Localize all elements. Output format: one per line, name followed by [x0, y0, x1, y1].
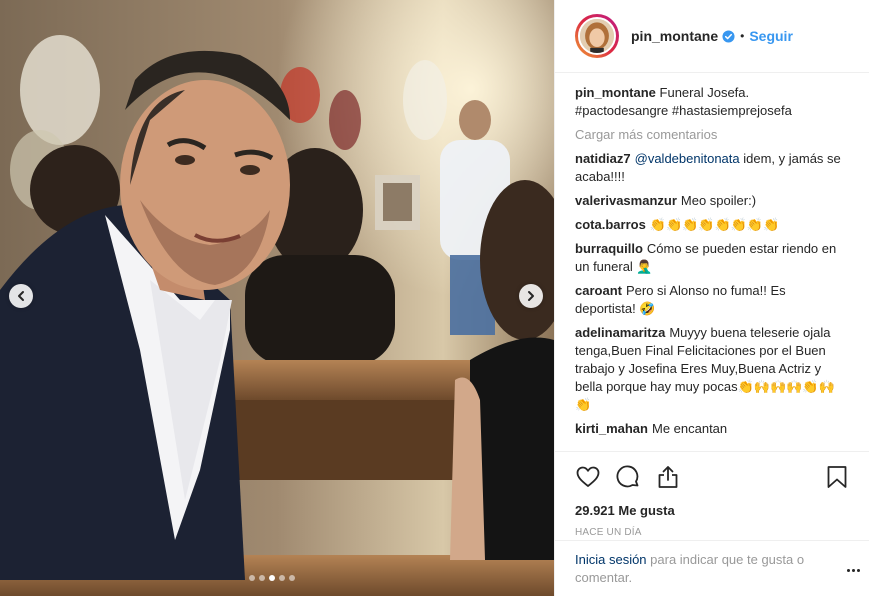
comment-button[interactable] [615, 464, 641, 490]
carousel-dot [279, 575, 285, 581]
post-image [0, 0, 554, 596]
comments-list: pin_montane Funeral Josefa. #pactodesang… [575, 84, 845, 444]
follow-button[interactable]: Seguir [749, 28, 793, 44]
action-icons-row [575, 462, 850, 492]
login-link[interactable]: Inicia sesión [575, 552, 647, 567]
carousel-dot [249, 575, 255, 581]
like-button[interactable] [575, 464, 601, 490]
comment-username[interactable]: kirti_mahan [575, 421, 648, 436]
save-button[interactable] [824, 464, 850, 490]
post-author-username[interactable]: pin_montane [631, 28, 718, 44]
load-more-comments-button[interactable]: Cargar más comentarios [575, 126, 845, 144]
share-button[interactable] [655, 464, 681, 490]
avatar [578, 17, 616, 55]
post-actions: 29.921 Me gusta HACE UN DÍA [555, 451, 869, 538]
comment-username[interactable]: adelinamaritza [575, 325, 665, 340]
avatar-ring[interactable] [575, 14, 619, 58]
login-prompt: Inicia sesión para indicar que te gusta … [555, 540, 869, 596]
comment-item: caroant Pero si Alonso no fuma!! Es depor… [575, 282, 845, 318]
avatar-image [580, 19, 614, 53]
comment-username[interactable]: cota.barros [575, 217, 646, 232]
verified-badge-icon [722, 29, 735, 43]
chevron-right-icon [528, 291, 534, 301]
post-timestamp[interactable]: HACE UN DÍA [575, 527, 850, 538]
post-caption: pin_montane Funeral Josefa. #pactodesang… [575, 84, 845, 120]
carousel-dots [249, 575, 295, 581]
more-options-icon[interactable] [843, 562, 863, 578]
heart-icon [576, 466, 600, 487]
comment-username[interactable]: valerivasmanzur [575, 193, 677, 208]
comment-text: Meo spoiler:) [680, 193, 757, 208]
header-separator: • [740, 29, 745, 43]
hashtag-link[interactable]: #hastasiemprejosefa [672, 103, 792, 118]
comment-item: valerivasmanzur Meo spoiler:) [575, 192, 845, 210]
post-side-panel: pin_montane • Seguir pin_montane Funeral… [554, 0, 869, 596]
hashtag-link[interactable]: #pactodesangre [575, 103, 668, 118]
carousel-dot [289, 575, 295, 581]
carousel-dot [259, 575, 265, 581]
carousel-dot-active [269, 575, 275, 581]
comment-text: Me encantan [651, 421, 728, 436]
comment-username[interactable]: natidiaz7 [575, 151, 631, 166]
comment-item: natidiaz7 @valdebenitonata idem, y jamás … [575, 150, 845, 186]
comment-text: 👏👏👏👏👏👏👏👏 [649, 217, 780, 232]
comment-item: cota.barros 👏👏👏👏👏👏👏👏 [575, 216, 845, 234]
comment-username[interactable]: burraquillo [575, 241, 643, 256]
carousel-next-button[interactable] [519, 284, 543, 308]
post-photo [0, 0, 554, 596]
comment-mention-link[interactable]: @valdebenitonata [635, 151, 740, 166]
carousel-prev-button[interactable] [9, 284, 33, 308]
comment-item: adelinamaritza Muyyy buena teleserie ojal… [575, 324, 845, 414]
comment-item: burraquillo Cómo se pueden estar riendo e… [575, 240, 845, 276]
comment-username[interactable]: caroant [575, 283, 622, 298]
comment-icon [616, 465, 639, 488]
share-icon [658, 466, 678, 488]
caption-text: Funeral Josefa. [659, 85, 750, 100]
caption-username[interactable]: pin_montane [575, 85, 656, 100]
post-modal: pin_montane • Seguir pin_montane Funeral… [0, 0, 869, 596]
likes-count[interactable]: 29.921 Me gusta [575, 503, 850, 518]
chevron-left-icon [18, 291, 24, 301]
bookmark-icon [827, 466, 847, 488]
post-header: pin_montane • Seguir [555, 0, 869, 73]
comment-item: kirti_mahan Me encantan [575, 420, 845, 438]
